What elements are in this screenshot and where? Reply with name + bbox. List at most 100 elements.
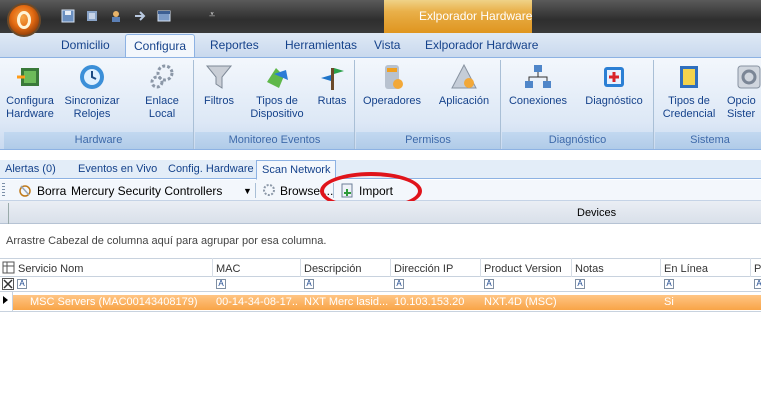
opciones-sistema-button[interactable]: Opcio Sister [727, 62, 761, 121]
grid-header: Servicio Nom MAC Descripción Dirección I… [0, 258, 761, 277]
rutas-label: Rutas [317, 95, 347, 107]
tab-explorador-hardware[interactable]: Exlporador Hardware [425, 38, 538, 52]
save-icon[interactable] [61, 9, 75, 23]
column-divider[interactable] [750, 258, 751, 277]
diagnostico-button[interactable]: Diagnóstico [582, 62, 646, 108]
sync-clocks-icon [80, 65, 104, 89]
col-direccion-ip[interactable]: Dirección IP [394, 263, 453, 275]
col-mac[interactable]: MAC [216, 263, 240, 275]
filter-icon-mac[interactable]: A [216, 279, 226, 289]
group-label-monitoreo-eventos: Monitoreo Eventos [195, 132, 354, 149]
configura-hardware-label: Configura Hardware [6, 95, 54, 120]
sincronizar-relojes-button[interactable]: Sincronizar Relojes [62, 62, 122, 121]
group-label-hardware: Hardware [4, 132, 193, 149]
ribbon-tabs: Domicilio Configura Reportes Herramienta… [0, 33, 761, 58]
group-permisos: Operadores Aplicación Permisos [356, 60, 501, 149]
filtros-button[interactable]: Filtros [201, 62, 237, 108]
group-label-permisos: Permisos [356, 132, 500, 149]
tab-configura[interactable]: Configura [125, 34, 196, 58]
cell-mac: 00-14-34-08-17... [216, 296, 298, 308]
col-servicio-nom[interactable]: Servicio Nom [18, 263, 83, 275]
conexiones-button[interactable]: Conexiones [508, 62, 568, 108]
column-chooser-icon[interactable] [2, 261, 15, 274]
aplicacion-button[interactable]: Aplicación [434, 62, 494, 108]
link-gears-icon [150, 64, 174, 89]
tab-reportes[interactable]: Reportes [210, 38, 259, 52]
toolbar-separator [255, 183, 256, 198]
tab-eventos-en-vivo[interactable]: Eventos en Vivo [78, 163, 157, 175]
group-label-diagnostico: Diagnóstico [502, 132, 653, 149]
qat-dropdown-icon[interactable]: ⩡ [209, 9, 215, 22]
filter-icon-descripcion[interactable]: A [304, 279, 314, 289]
filter-row: A A A A A A A A [0, 277, 761, 292]
cell-descripcion: NXT Merc lasid... [304, 296, 388, 308]
column-divider[interactable] [390, 258, 391, 277]
borra-button[interactable]: Borra [37, 184, 66, 198]
application-menu-button[interactable] [7, 3, 41, 37]
operators-icon [385, 65, 403, 89]
tab-alertas[interactable]: Alertas (0) [5, 163, 56, 175]
cell-en-linea: Si [664, 296, 674, 308]
group-sistema: Tipos de Credencial Opcio Sister Sistema [655, 60, 761, 149]
grid-row-border [0, 311, 761, 312]
column-divider[interactable] [480, 258, 481, 277]
controller-type-select[interactable]: Mercury Security Controllers [71, 184, 222, 198]
row-indicator[interactable] [0, 292, 13, 311]
column-divider[interactable] [212, 258, 213, 277]
col-product-version[interactable]: Product Version [484, 263, 562, 275]
device-types-icon [267, 68, 288, 88]
tab-config-hardware[interactable]: Config. Hardware [168, 163, 254, 175]
toolbar-grip[interactable] [2, 183, 5, 198]
system-options-icon [737, 65, 761, 89]
cell-direccion-ip: 10.103.153.20 [394, 296, 465, 308]
filter-icon-servicio[interactable]: A [17, 279, 27, 289]
forward-icon[interactable] [133, 9, 147, 23]
group-monitoreo-eventos: Filtros Tipos de Dispositivo Rutas Monit… [195, 60, 355, 149]
group-diagnostico: Conexiones Diagnóstico Diagnóstico [502, 60, 654, 149]
filter-icon-direccion[interactable]: A [394, 279, 404, 289]
sincronizar-relojes-label: Sincronizar Relojes [64, 95, 120, 120]
col-p[interactable]: P [754, 263, 761, 275]
configura-hardware-button[interactable]: Configura Hardware [6, 62, 54, 121]
operadores-button[interactable]: Operadores [362, 62, 422, 108]
tipos-dispositivo-button[interactable]: Tipos de Dispositivo [247, 62, 307, 121]
hardware-config-icon [17, 68, 39, 86]
filter-icon [205, 65, 233, 89]
col-descripcion[interactable]: Descripción [304, 263, 361, 275]
tipos-dispositivo-label: Tipos de Dispositivo [250, 95, 304, 120]
current-row-icon [3, 296, 8, 304]
filter-icon-p[interactable]: A [754, 279, 761, 289]
application-icon [451, 63, 477, 89]
clear-icon [19, 185, 31, 197]
tipos-credencial-label: Tipos de Credencial [662, 95, 716, 120]
table-row[interactable]: MSC Servers (MAC00143408179) 00-14-34-08… [13, 295, 761, 310]
column-divider[interactable] [571, 258, 572, 277]
tab-scan-network[interactable]: Scan Network [256, 160, 337, 180]
cell-servicio-nom: MSC Servers (MAC00143408179) [30, 296, 198, 308]
opciones-sistema-label: Opcio Sister [727, 95, 756, 120]
connections-icon [525, 65, 551, 88]
column-divider[interactable] [300, 258, 301, 277]
enlace-local-button[interactable]: Enlace Local [142, 62, 182, 121]
window-icon[interactable] [157, 9, 171, 23]
col-notas[interactable]: Notas [575, 263, 604, 275]
col-en-linea[interactable]: En Línea [664, 263, 708, 275]
filter-icon-notas[interactable]: A [575, 279, 585, 289]
routes-icon [321, 68, 344, 90]
tipos-credencial-button[interactable]: Tipos de Credencial [661, 62, 717, 121]
column-divider[interactable] [660, 258, 661, 277]
filter-icon-en-linea[interactable]: A [664, 279, 674, 289]
chevron-down-icon[interactable]: ▼ [243, 186, 252, 196]
tab-vista[interactable]: Vista [374, 38, 400, 52]
tab-herramientas[interactable]: Herramientas [285, 38, 357, 52]
tab-domicilio[interactable]: Domicilio [61, 38, 110, 52]
user-icon[interactable] [109, 9, 123, 23]
app-orb-icon [17, 11, 31, 29]
undo-icon[interactable] [85, 9, 99, 23]
diagnostic-icon [604, 67, 624, 87]
filter-icon-version[interactable]: A [484, 279, 494, 289]
filter-clear-icon[interactable] [2, 278, 14, 290]
rutas-button[interactable]: Rutas [315, 62, 349, 108]
group-label-sistema: Sistema [655, 132, 761, 149]
operadores-label: Operadores [362, 95, 422, 107]
